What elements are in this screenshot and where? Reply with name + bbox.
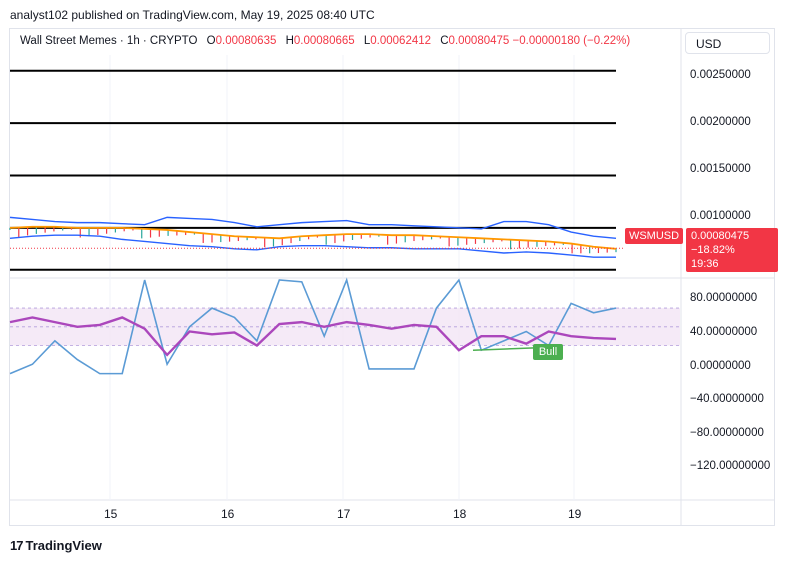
symbol-price-tag: WSMUSD xyxy=(625,228,683,244)
tradingview-logo-icon: 17 xyxy=(10,538,24,553)
bar-countdown: 19:36 xyxy=(691,258,719,270)
bull-divergence-label: Bull xyxy=(533,344,563,360)
x-tick-label: 17 xyxy=(337,507,351,521)
x-tick-label: 15 xyxy=(104,507,118,521)
x-tick-label: 16 xyxy=(221,507,235,521)
x-tick-label: 19 xyxy=(568,507,582,521)
last-price-box: 0.00080475 −18.82% 19:36 xyxy=(686,228,778,272)
bollinger-lower-line xyxy=(9,234,616,258)
price-chart-svg xyxy=(9,28,775,526)
last-price-change: −18.82% xyxy=(691,244,735,256)
tradingview-brand[interactable]: 17 TradingView xyxy=(10,538,102,553)
last-price-value: 0.00080475 xyxy=(691,230,750,242)
rsi-band xyxy=(10,308,680,346)
x-tick-label: 18 xyxy=(453,507,467,521)
brand-name: TradingView xyxy=(25,538,102,553)
